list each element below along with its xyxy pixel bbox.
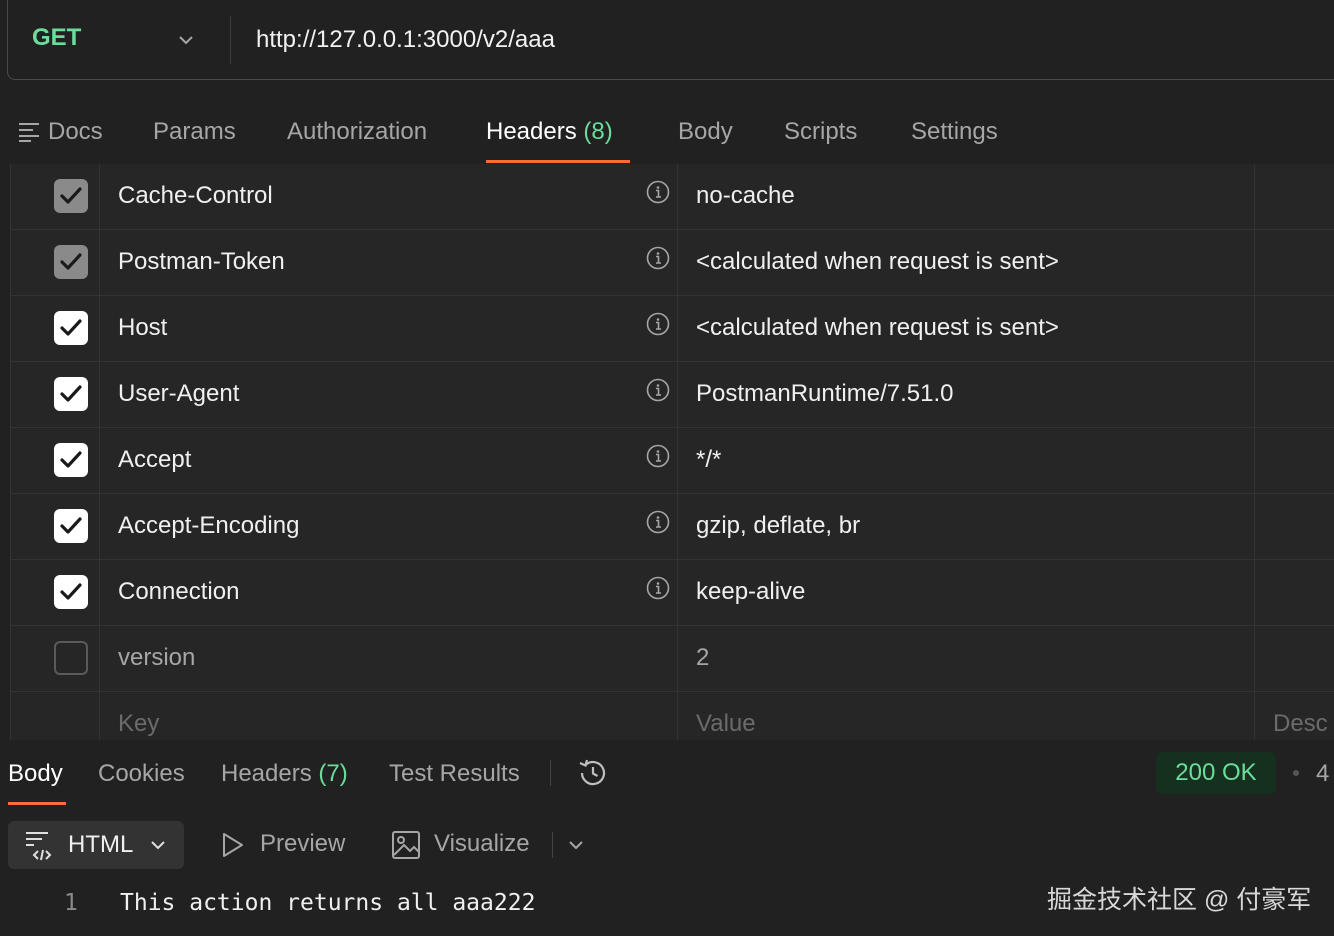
tab-docs[interactable]: Docs [48, 118, 103, 146]
info-icon[interactable] [646, 444, 670, 468]
headers-table: Cache-Control no-cache Postman-Token <calcu… [10, 164, 1334, 740]
format-html-icon [26, 832, 52, 861]
info-icon[interactable] [646, 312, 670, 336]
header-checkbox[interactable] [54, 641, 88, 675]
check-icon [60, 517, 82, 534]
info-icon[interactable] [646, 246, 670, 270]
preview-button[interactable]: Preview [260, 830, 345, 858]
header-value[interactable]: */* [696, 446, 721, 474]
table-row-new: Key Value Desc [10, 692, 1334, 740]
check-icon [60, 319, 82, 336]
header-value[interactable]: <calculated when request is sent> [696, 248, 1059, 276]
column-divider [1254, 164, 1255, 740]
key-input[interactable]: Key [118, 710, 159, 738]
table-row: version 2 [10, 626, 1334, 692]
header-value[interactable]: gzip, deflate, br [696, 512, 860, 540]
response-tabs: Body Cookies Headers (7) Test Results [0, 742, 1334, 806]
line-number: 1 [64, 890, 78, 916]
info-icon[interactable] [646, 510, 670, 534]
divider [552, 832, 553, 858]
check-icon [60, 583, 82, 600]
response-tab-headers[interactable]: Headers (7) [221, 760, 348, 788]
table-row: Connection keep-alive [10, 560, 1334, 626]
header-key[interactable]: Connection [118, 578, 239, 606]
header-checkbox[interactable] [54, 311, 88, 345]
check-icon [60, 451, 82, 468]
table-row: Cache-Control no-cache [10, 164, 1334, 230]
image-icon[interactable] [390, 829, 422, 861]
header-key[interactable]: Host [118, 314, 167, 342]
header-checkbox[interactable] [54, 443, 88, 477]
column-divider [677, 164, 678, 740]
request-tabs: Docs Params Authorization Headers (8) Bo… [0, 98, 1334, 164]
response-tab-test-results[interactable]: Test Results [389, 760, 520, 788]
method-select[interactable]: GET [32, 24, 81, 52]
table-border-left [10, 164, 11, 740]
header-key[interactable]: User-Agent [118, 380, 239, 408]
tab-headers[interactable]: Headers (8) [486, 118, 613, 146]
header-key[interactable]: version [118, 644, 195, 672]
format-select[interactable]: HTML [8, 821, 184, 869]
table-row: Host <calculated when request is sent> [10, 296, 1334, 362]
header-value[interactable]: keep-alive [696, 578, 805, 606]
tab-params[interactable]: Params [153, 118, 236, 146]
tab-headers-label: Headers [486, 118, 577, 145]
tab-settings[interactable]: Settings [911, 118, 998, 146]
header-checkbox[interactable] [54, 377, 88, 411]
header-value[interactable]: no-cache [696, 182, 795, 210]
tab-authorization[interactable]: Authorization [287, 118, 427, 146]
header-checkbox[interactable] [54, 245, 88, 279]
info-icon[interactable] [646, 576, 670, 600]
header-checkbox[interactable] [54, 509, 88, 543]
url-bar: GET http://127.0.0.1:3000/v2/aaa [7, 0, 1334, 80]
chevron-down-icon[interactable] [566, 835, 586, 855]
response-tab-headers-label: Headers [221, 760, 312, 787]
separator-dot [1293, 770, 1299, 776]
url-input[interactable]: http://127.0.0.1:3000/v2/aaa [256, 26, 555, 54]
tab-body[interactable]: Body [678, 118, 733, 146]
response-tab-body[interactable]: Body [8, 760, 63, 788]
table-row: Accept */* [10, 428, 1334, 494]
response-tab-headers-count: (7) [318, 760, 348, 787]
history-icon[interactable] [576, 756, 610, 790]
info-icon[interactable] [646, 180, 670, 204]
header-checkbox[interactable] [54, 179, 88, 213]
format-label: HTML [68, 831, 134, 858]
value-input[interactable]: Value [696, 710, 756, 738]
table-row: Postman-Token <calculated when request is… [10, 230, 1334, 296]
header-value[interactable]: <calculated when request is sent> [696, 314, 1059, 342]
header-value[interactable]: 2 [696, 644, 709, 672]
response-time[interactable]: 4 [1316, 760, 1329, 788]
table-row: User-Agent PostmanRuntime/7.51.0 [10, 362, 1334, 428]
tab-headers-count: (8) [583, 118, 613, 145]
check-icon [60, 187, 82, 204]
url-divider [230, 16, 231, 64]
response-tab-cookies[interactable]: Cookies [98, 760, 185, 788]
table-row: Accept-Encoding gzip, deflate, br [10, 494, 1334, 560]
visualize-button[interactable]: Visualize [434, 830, 530, 858]
header-key[interactable]: Accept-Encoding [118, 512, 299, 540]
active-tab-indicator [486, 160, 630, 163]
tab-scripts[interactable]: Scripts [784, 118, 857, 146]
check-icon [60, 385, 82, 402]
header-key[interactable]: Accept [118, 446, 191, 474]
header-checkbox[interactable] [54, 575, 88, 609]
play-icon[interactable] [220, 831, 246, 859]
description-input[interactable]: Desc [1273, 710, 1328, 738]
check-icon [60, 253, 82, 270]
header-value[interactable]: PostmanRuntime/7.51.0 [696, 380, 953, 408]
column-divider [99, 164, 100, 740]
chevron-down-icon [151, 841, 165, 850]
info-icon[interactable] [646, 378, 670, 402]
response-active-tab-indicator [8, 802, 66, 805]
header-key[interactable]: Postman-Token [118, 248, 285, 276]
response-body-text[interactable]: This action returns all aaa222 [120, 890, 535, 916]
chevron-down-icon[interactable] [176, 30, 196, 50]
watermark: 掘金技术社区 @ 付豪军 [1047, 886, 1312, 914]
status-badge[interactable]: 200 OK [1156, 752, 1276, 794]
header-key[interactable]: Cache-Control [118, 182, 273, 210]
divider [550, 760, 551, 786]
